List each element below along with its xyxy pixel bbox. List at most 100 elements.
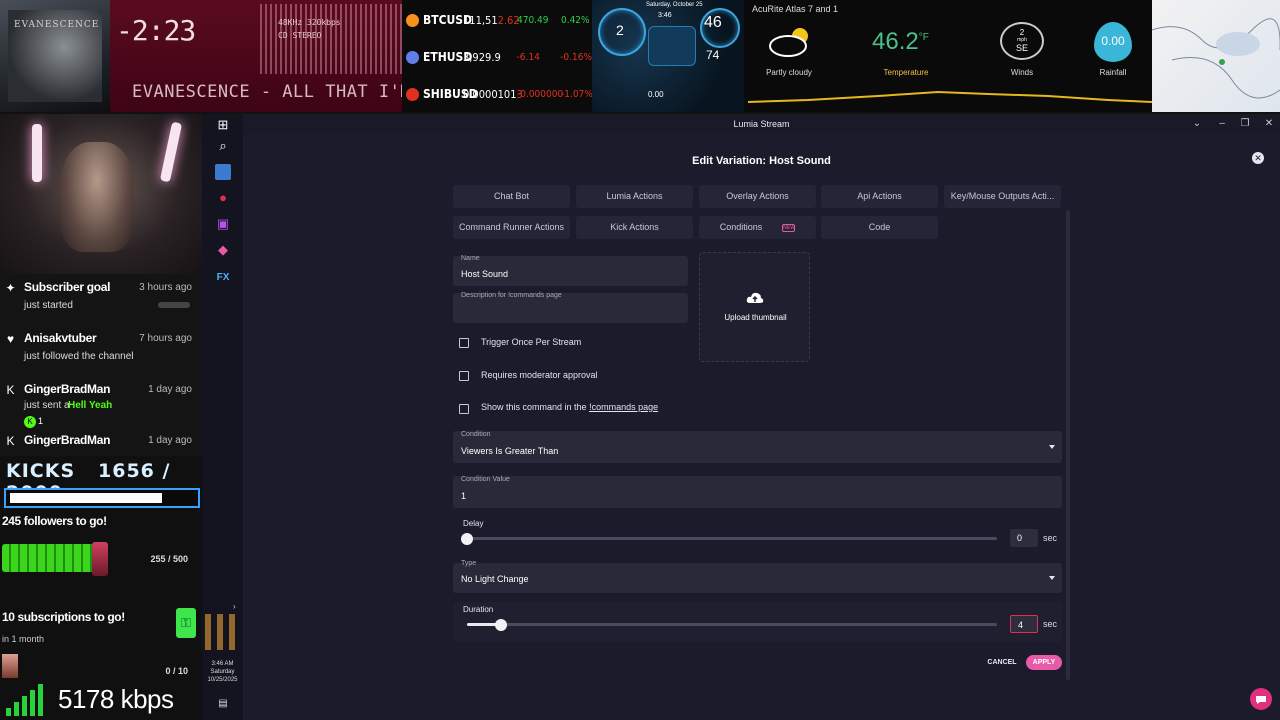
tab-api-actions[interactable]: Api Actions [821,185,938,208]
type-select[interactable]: Type No Light Change [453,560,1062,593]
description-label: Description for !commands page [461,292,562,299]
moderator-approval-checkbox[interactable] [459,371,469,381]
tab-lumia-actions[interactable]: Lumia Actions [576,185,693,208]
chat-icon [1256,696,1266,704]
twitch-icon[interactable]: ▣ [215,216,231,232]
weather-condition: Partly cloudy [766,68,812,77]
trigger-once-checkbox[interactable] [459,338,469,348]
condition-label: Condition [461,431,491,438]
wind-compass: 2 mph SE [1000,22,1044,60]
followers-goal-text: 245 followers to go! [2,514,107,528]
kicks-progress-fill [10,493,163,503]
delay-input[interactable]: 0 [1010,529,1038,547]
crypto-price-main: 111,51 [463,13,498,27]
duration-input[interactable]: 4 [1010,615,1038,633]
player-time: -2:23 [116,14,196,47]
tab-chat-bot[interactable]: Chat Bot [453,185,570,208]
lumia-stream-icon[interactable]: ◆ [215,242,231,258]
tab-code[interactable]: Code [821,216,938,239]
feed-event-icon: ✦ [5,281,16,295]
condition-value: Viewers Is Greater Than [461,446,559,456]
crypto-change: -6.14 [516,51,540,63]
tab-kick-actions[interactable]: Kick Actions [576,216,693,239]
crypto-ticker: BTCUSD 111,512.62 470.49 0.42% ETHUSD 3,929.9… [402,0,593,112]
modal-scrollbar[interactable] [1066,210,1070,680]
tab-command-runner-actions[interactable]: Command Runner Actions [453,216,570,239]
description-field[interactable]: Description for !commands page [453,292,688,323]
feed-event-icon: K [6,383,15,397]
temperature-value: 46.2°F [872,28,929,56]
minimize-button[interactable]: – [1214,117,1230,131]
dash-clock: 3:46 [658,12,672,19]
crypto-percent: -1.07% [561,88,593,100]
tab-conditions[interactable]: Conditions NEW [699,216,816,239]
feed-user-name: Subscriber goal [24,280,111,294]
coin-icon [406,50,419,64]
crypto-percent: 0.42% [561,14,590,26]
tab-key-mouse-outputs-acti[interactable]: Key/Mouse Outputs Acti... [944,185,1061,208]
taskbar-time: 3:46 AM [211,661,234,667]
subs-mascot [2,654,18,678]
activity-feed: ✦ Subscriber goal 3 hours ago just started ♥… [0,274,202,456]
chat-bubble-button[interactable] [1250,688,1272,710]
lumia-stream-window: Lumia Stream ⌄ – ❐ ✕ Edit Variation: Hos… [243,114,1280,720]
feed-time: 7 hours ago [139,333,192,344]
tray-app-icons[interactable] [205,614,239,650]
crypto-symbol: BTCUSD [423,13,473,27]
search-icon[interactable]: ⌕ [215,138,231,154]
condition-select[interactable]: Condition Viewers Is Greater Than [453,431,1062,463]
kicks-label: KICKS [6,460,76,482]
crypto-row: BTCUSD 111,512.62 470.49 0.42% [402,2,592,38]
gear-readout: 2 [616,22,624,38]
close-modal-button[interactable]: ✕ [1252,152,1264,164]
system-tray-icons[interactable]: › [205,592,241,652]
subs-goal-period: in 1 month [2,634,45,644]
taskbar-clock[interactable]: 3:46 AM Saturday 10/25/2025 [202,660,243,684]
duration-unit: sec [1043,619,1058,629]
feed-time: 1 day ago [148,384,192,395]
weather-radar-map [1152,0,1280,112]
maximize-button[interactable]: ❐ [1237,117,1253,131]
album-art: EVANESCENCE [0,0,110,112]
crypto-change: 470.49 [517,14,549,26]
album-art-text: EVANESCENCE [14,20,100,30]
wind-speed: 2 [1019,28,1025,37]
rainfall-label: Rainfall [1099,68,1127,77]
delay-slider-handle[interactable] [461,533,473,545]
condition-value-field[interactable]: Condition Value 1 [453,476,1062,508]
temperature-label: Temperature [883,68,929,77]
show-in-commands-checkbox[interactable] [459,404,469,414]
crypto-price: 111,512.62 [463,13,520,27]
chevron-down-icon[interactable]: ⌄ [1189,117,1205,131]
crypto-row: SHIBUSD 0.00001013 -0.000000 -1.07% [402,76,593,112]
kick-icon: K [24,416,36,428]
delay-slider-track[interactable] [467,537,997,540]
commands-page-link[interactable]: !commands page [589,402,658,412]
tray-expand-icon[interactable]: › [233,602,236,611]
feed-time: 1 day ago [148,435,192,446]
crypto-row: ETHUSD 3,929.9 -6.14 -0.16% [402,39,592,75]
name-field[interactable]: Name Host Sound [453,255,688,286]
trigger-once-label: Trigger Once Per Stream [481,337,582,347]
feed-highlight: Hell Yeah [68,400,113,411]
windows-start-icon[interactable]: ⊞ [215,117,231,133]
close-window-button[interactable]: ✕ [1261,117,1277,131]
temperature-graph [748,90,1152,103]
feed-user-name: Anisakvtuber [24,331,97,345]
tab-overlay-actions[interactable]: Overlay Actions [699,185,816,208]
upload-thumbnail-button[interactable]: Upload thumbnail [699,252,810,362]
notification-icon[interactable]: ▤ [215,696,231,712]
fx-app-icon[interactable]: FX [215,270,231,286]
temperature-unit: °F [918,32,929,43]
window-titlebar: Lumia Stream ⌄ – ❐ ✕ [243,114,1280,134]
feed-event-icon: ♥ [6,332,15,346]
pinterest-icon[interactable]: ● [215,190,231,206]
tab-conditions-label: Conditions [719,222,763,232]
duration-slider-track[interactable] [467,623,997,626]
wind-direction: SE [1015,43,1028,53]
photos-app-icon[interactable] [215,164,231,180]
cancel-button[interactable]: CANCEL [983,655,1021,670]
crypto-percent: -0.16% [560,51,592,63]
subs-count: 0 / 10 [165,666,188,676]
apply-button[interactable]: APPLY [1026,655,1062,670]
